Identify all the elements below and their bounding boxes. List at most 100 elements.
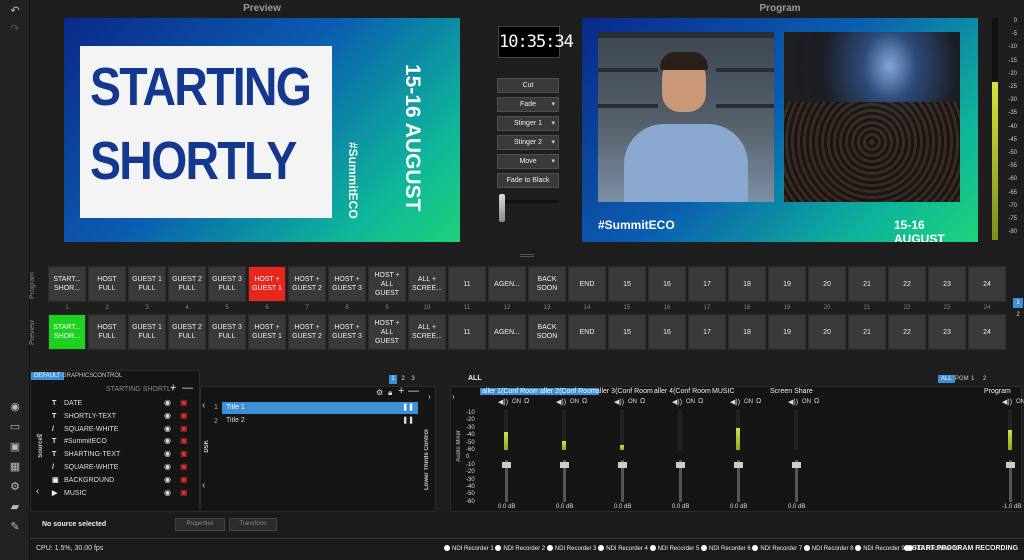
audio-collapse-icon[interactable]: › <box>452 392 455 401</box>
ndi-recorder-9[interactable]: NDI Recorder 9 <box>855 545 905 552</box>
lock-icon[interactable]: ▣ <box>180 398 188 407</box>
dsk-page-1[interactable]: 1 <box>389 375 397 384</box>
program-button-1[interactable]: START... SHOR... <box>48 266 86 302</box>
eye-icon[interactable]: ◉ <box>164 475 171 484</box>
transition-stinger-1-button[interactable]: Stinger 1 ▾ <box>497 116 559 131</box>
tbar-handle[interactable] <box>499 194 505 222</box>
pause-icon[interactable]: ❚❚ <box>402 402 414 414</box>
page-indicator-1[interactable]: 1 <box>1013 298 1023 308</box>
eye-icon[interactable]: ◉ <box>164 436 171 445</box>
program-button-15[interactable]: 15 <box>608 266 646 302</box>
eye-icon[interactable]: ◉ <box>164 488 171 497</box>
source-item[interactable]: / SQUARE-WHITE <box>52 462 192 474</box>
gear-icon[interactable]: ⚙ <box>376 388 383 397</box>
layout-icon[interactable]: ▦ <box>8 460 22 474</box>
preview-button-24[interactable]: 24 <box>968 314 1006 350</box>
preview-button-5[interactable]: GUEST 3 FULL <box>208 314 246 350</box>
source-item[interactable]: ▶ MUSIC <box>52 488 192 500</box>
program-button-6[interactable]: HOST + GUEST 1 <box>248 266 286 302</box>
program-button-17[interactable]: 17 <box>688 266 726 302</box>
source-item[interactable]: T SHARTING-TEXT <box>52 449 192 461</box>
audio-tab-2[interactable]: 2 <box>980 375 989 383</box>
lock-icon[interactable]: ▣ <box>180 436 188 445</box>
transition-stinger-2-button[interactable]: Stinger 2 ▾ <box>497 135 559 150</box>
fader-knob[interactable] <box>792 462 801 468</box>
sources-collapse-icon[interactable]: ‹ <box>36 486 39 497</box>
program-button-16[interactable]: 16 <box>648 266 686 302</box>
ndi-recorder-3[interactable]: NDI Recorder 3 <box>546 545 596 552</box>
ndi-recorder-6[interactable]: NDI Recorder 6 <box>701 545 751 552</box>
speaker-icon[interactable]: ◀)) <box>556 398 566 406</box>
folder-icon[interactable]: ▰ <box>8 500 22 514</box>
preview-button-10[interactable]: ALL + SCREE... <box>408 314 446 350</box>
remove-title-icon[interactable]: — <box>408 385 419 397</box>
preview-button-23[interactable]: 23 <box>928 314 966 350</box>
fader-knob[interactable] <box>676 462 685 468</box>
speaker-icon[interactable]: ◀)) <box>1002 398 1012 406</box>
fader-knob[interactable] <box>734 462 743 468</box>
speaker-icon[interactable]: ◀)) <box>730 398 740 406</box>
ndi-recorder-5[interactable]: NDI Recorder 5 <box>649 545 699 552</box>
program-button-5[interactable]: GUEST 3 FULL <box>208 266 246 302</box>
fader-knob[interactable] <box>502 462 511 468</box>
chevron-down-icon[interactable]: ▾ <box>551 117 555 130</box>
source-item[interactable]: / SQUARE-WHITE <box>52 424 192 436</box>
preview-button-2[interactable]: HOST FULL <box>88 314 126 350</box>
audio-tab-1[interactable]: 1 <box>968 375 977 383</box>
chevron-down-icon[interactable]: ▾ <box>551 155 555 168</box>
dsk-collapse-icon[interactable]: ‹ <box>202 480 205 491</box>
program-button-12[interactable]: AGEN... <box>488 266 526 302</box>
speaker-icon[interactable]: ◀)) <box>672 398 682 406</box>
program-button-22[interactable]: 22 <box>888 266 926 302</box>
chevron-down-icon[interactable]: ▾ <box>551 136 555 149</box>
remove-source-icon[interactable]: — <box>182 382 193 394</box>
lock-icon[interactable]: ▣ <box>180 411 188 420</box>
headphones-icon[interactable]: Ω <box>698 398 703 405</box>
lock-icon[interactable]: ▣ <box>180 475 188 484</box>
headphones-icon[interactable]: Ω <box>756 398 761 405</box>
headphones-icon[interactable]: Ω <box>582 398 587 405</box>
program-button-8[interactable]: HOST + GUEST 3 <box>328 266 366 302</box>
program-button-11[interactable]: 11 <box>448 266 486 302</box>
preview-button-12[interactable]: AGEN... <box>488 314 526 350</box>
headphones-icon[interactable]: Ω <box>524 398 529 405</box>
ndi-recorder-8[interactable]: NDI Recorder 8 <box>803 545 853 552</box>
preview-button-21[interactable]: 21 <box>848 314 886 350</box>
preview-button-20[interactable]: 20 <box>808 314 846 350</box>
eye-icon[interactable]: ◉ <box>164 462 171 471</box>
preview-screen[interactable]: STARTING SHORTLY 15-16 AUGUST #SummitECO <box>64 18 460 242</box>
headphones-icon[interactable]: Ω <box>640 398 645 405</box>
preview-button-8[interactable]: HOST + GUEST 3 <box>328 314 366 350</box>
program-button-7[interactable]: HOST + GUEST 2 <box>288 266 326 302</box>
program-button-21[interactable]: 21 <box>848 266 886 302</box>
splitter-grip[interactable] <box>520 254 534 257</box>
preview-button-4[interactable]: GUEST 2 FULL <box>168 314 206 350</box>
transition-fade-button[interactable]: Fade ▾ <box>497 97 559 112</box>
dsk-page-3[interactable]: 3 <box>409 375 417 384</box>
chevron-down-icon[interactable]: ▾ <box>551 98 555 111</box>
ndi-recorder-2[interactable]: NDI Recorder 2 <box>495 545 545 552</box>
title-item[interactable]: Title 2 ❚❚ <box>222 415 418 427</box>
transform-button[interactable]: Transform <box>229 518 277 531</box>
preview-button-11[interactable]: 11 <box>448 314 486 350</box>
program-button-23[interactable]: 23 <box>928 266 966 302</box>
lock-icon[interactable]: ▣ <box>180 462 188 471</box>
program-button-3[interactable]: GUEST 1 FULL <box>128 266 166 302</box>
fader-knob[interactable] <box>1006 462 1015 468</box>
preview-button-18[interactable]: 18 <box>728 314 766 350</box>
undo-icon[interactable]: ↶ <box>8 4 22 18</box>
gear-icon[interactable]: ⚙ <box>8 480 22 494</box>
program-button-9[interactable]: HOST + ALL GUEST <box>368 266 406 302</box>
program-button-20[interactable]: 20 <box>808 266 846 302</box>
fader-knob[interactable] <box>618 462 627 468</box>
eye-icon[interactable]: ◉ <box>164 449 171 458</box>
preview-button-15[interactable]: 15 <box>608 314 646 350</box>
speaker-icon[interactable]: ◀)) <box>614 398 624 406</box>
transition-cut-button[interactable]: Cut <box>497 78 559 93</box>
lock-icon[interactable]: ▣ <box>180 488 188 497</box>
eye-icon[interactable]: ◉ <box>164 411 171 420</box>
eye-icon[interactable]: ◉ <box>164 424 171 433</box>
add-title-icon[interactable]: + <box>398 385 404 397</box>
tools-icon[interactable]: ✎ <box>8 520 22 534</box>
preview-button-13[interactable]: BACK SOON <box>528 314 566 350</box>
